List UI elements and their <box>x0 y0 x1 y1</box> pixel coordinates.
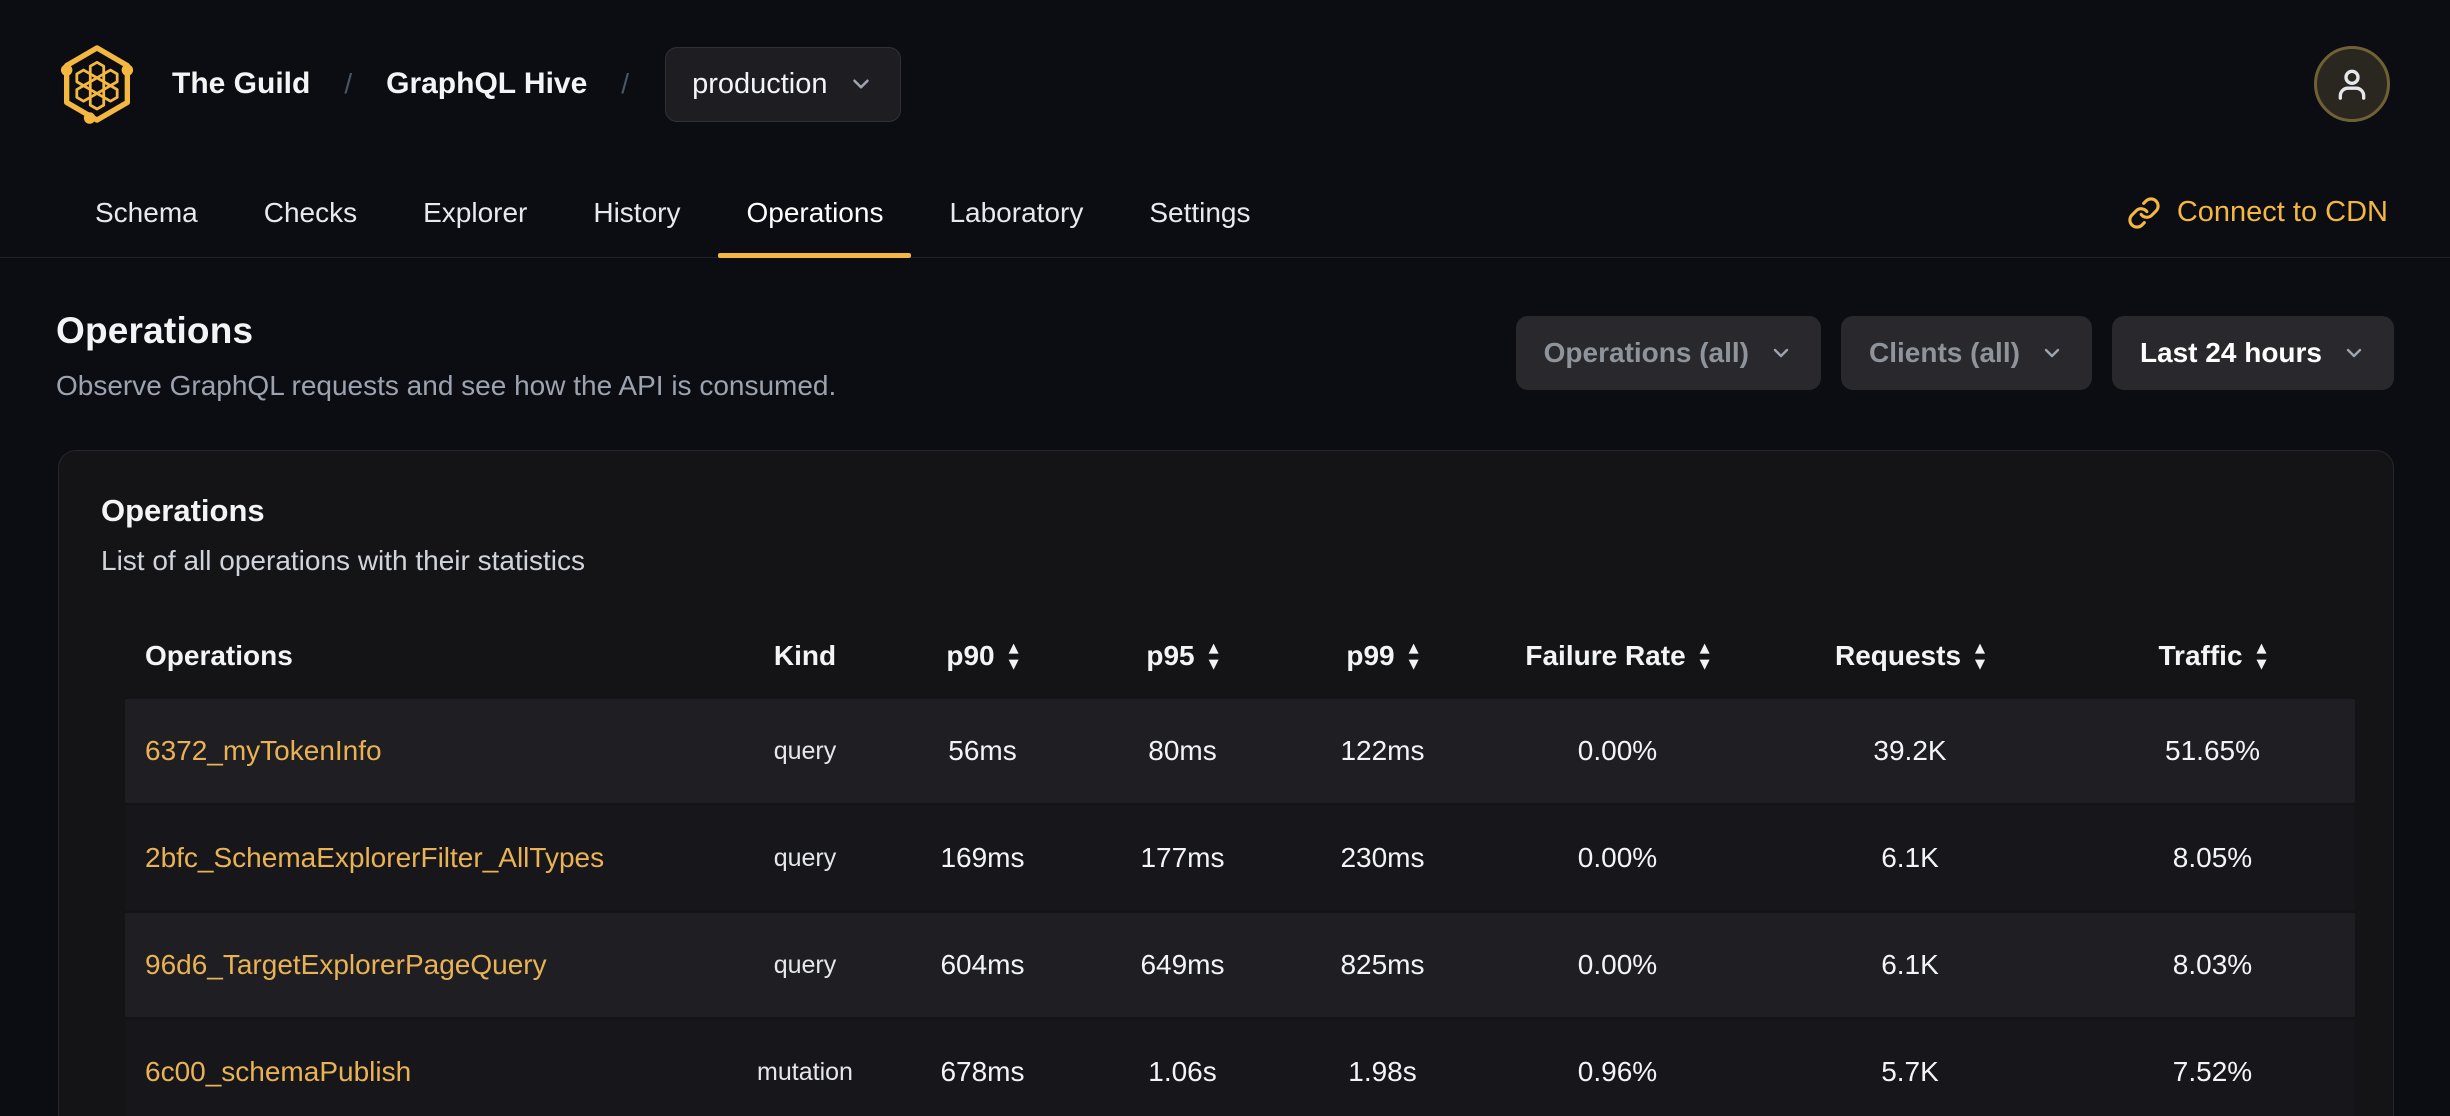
column-header-operations: Operations <box>145 640 293 671</box>
link-icon <box>2128 196 2160 229</box>
clients-filter-label: Clients (all) <box>1869 337 2020 368</box>
period-filter-dropdown[interactable]: Last 24 hours <box>2111 316 2394 390</box>
p99-cell: 1.98s <box>1348 1056 1417 1087</box>
chevron-down-icon <box>2044 348 2060 358</box>
operation-link[interactable]: 96d6_TargetExplorerPageQuery <box>145 949 547 980</box>
sort-icon[interactable]: ▲ ▼ <box>1700 642 1710 671</box>
table-body: 6372_myTokenInfo query 56ms 80ms 122ms 0… <box>125 699 2355 1116</box>
table-row: 2bfc_SchemaExplorerFilter_AllTypes query… <box>125 806 2355 910</box>
operation-link[interactable]: 6372_myTokenInfo <box>145 735 382 766</box>
operations-table: Operations Kind p90 ▲ ▼ p95 ▲ ▼ p99 ▲ ▼ Fai… <box>125 613 2355 1116</box>
connect-to-cdn-link[interactable]: Connect to CDN <box>2127 168 2388 257</box>
column-header-p99[interactable]: p99 ▲ ▼ <box>1280 640 1485 672</box>
breadcrumb-project[interactable]: GraphQL Hive <box>386 67 587 101</box>
tab-schema[interactable]: Schema <box>67 168 226 257</box>
period-filter-label: Last 24 hours <box>2139 337 2322 368</box>
requests-cell: 39.2K <box>1873 735 1947 766</box>
user-avatar-button[interactable] <box>2314 46 2390 122</box>
tab-settings[interactable]: Settings <box>1121 168 1278 257</box>
sort-icon[interactable]: ▲ ▼ <box>2257 642 2267 671</box>
breadcrumb-separator: / <box>621 68 630 99</box>
column-header-kind: Kind <box>773 640 837 671</box>
operation-link[interactable]: 6c00_schemaPublish <box>145 1056 411 1087</box>
traffic-cell: 7.52% <box>2172 1056 2253 1087</box>
p99-cell: 122ms <box>1340 735 1425 766</box>
project-nav: Schema Checks Explorer History Operation… <box>0 168 2450 258</box>
chevron-down-icon <box>2346 348 2362 358</box>
requests-cell: 6.1K <box>1881 949 1939 980</box>
filter-bar: Operations (all) Clients (all) Last 24 h… <box>1515 316 2394 390</box>
breadcrumb: The Guild / GraphQL Hive / <box>172 67 629 101</box>
column-header-p90[interactable]: p90 ▲ ▼ <box>880 640 1085 672</box>
chevron-down-icon <box>852 79 869 89</box>
sort-icon[interactable]: ▲ ▼ <box>1975 642 1985 671</box>
page-header: Operations Observe GraphQL requests and … <box>0 258 2450 402</box>
table-row: 96d6_TargetExplorerPageQuery query 604ms… <box>125 913 2355 1017</box>
failure-rate-cell: 0.96% <box>1577 1056 1658 1087</box>
chevron-down-icon <box>1773 348 1789 358</box>
page-title: Operations <box>56 310 254 351</box>
p90-cell: 56ms <box>948 735 1017 766</box>
operations-card: Operations List of all operations with t… <box>58 450 2394 1116</box>
breadcrumb-separator: / <box>344 68 353 99</box>
p90-cell: 169ms <box>940 842 1025 873</box>
tab-history[interactable]: History <box>565 168 708 257</box>
requests-cell: 5.7K <box>1881 1056 1939 1087</box>
failure-rate-cell: 0.00% <box>1577 842 1658 873</box>
p90-cell: 604ms <box>940 949 1025 980</box>
sort-icon[interactable]: ▲ ▼ <box>1409 642 1419 671</box>
traffic-cell: 8.03% <box>2172 949 2253 980</box>
column-header-failure-rate[interactable]: Failure Rate ▲ ▼ <box>1485 640 1750 672</box>
target-selector-label: production <box>692 67 828 100</box>
breadcrumb-org[interactable]: The Guild <box>172 67 310 101</box>
tab-operations[interactable]: Operations <box>718 168 912 258</box>
tab-laboratory[interactable]: Laboratory <box>921 168 1111 257</box>
column-header-traffic[interactable]: Traffic ▲ ▼ <box>2070 640 2355 672</box>
kind-cell: mutation <box>757 1057 853 1086</box>
connect-to-cdn-label: Connect to CDN <box>2176 196 2388 228</box>
failure-rate-cell: 0.00% <box>1577 949 1658 980</box>
card-subtitle: List of all operations with their statis… <box>101 545 585 576</box>
p95-cell: 177ms <box>1140 842 1225 873</box>
tab-checks[interactable]: Checks <box>236 168 385 257</box>
sort-icon[interactable]: ▲ ▼ <box>1009 642 1019 671</box>
target-selector-dropdown[interactable]: production <box>665 46 901 122</box>
p95-cell: 1.06s <box>1148 1056 1217 1087</box>
p90-cell: 678ms <box>940 1056 1025 1087</box>
table-row: 6372_myTokenInfo query 56ms 80ms 122ms 0… <box>125 699 2355 803</box>
page-subtitle: Observe GraphQL requests and see how the… <box>56 370 837 401</box>
traffic-cell: 8.05% <box>2172 842 2253 873</box>
column-header-requests[interactable]: Requests ▲ ▼ <box>1750 640 2070 672</box>
column-header-p95[interactable]: p95 ▲ ▼ <box>1085 640 1280 672</box>
kind-cell: query <box>773 843 837 872</box>
p99-cell: 230ms <box>1340 842 1425 873</box>
sort-icon[interactable]: ▲ ▼ <box>1209 642 1219 671</box>
user-icon <box>2338 69 2366 100</box>
operations-filter-dropdown[interactable]: Operations (all) <box>1515 316 1822 390</box>
operation-link[interactable]: 2bfc_SchemaExplorerFilter_AllTypes <box>145 842 604 873</box>
top-bar: The Guild / GraphQL Hive / production <box>0 0 2450 168</box>
traffic-cell: 51.65% <box>2165 735 2260 766</box>
table-header-row: Operations Kind p90 ▲ ▼ p95 ▲ ▼ p99 ▲ ▼ Fai… <box>125 613 2355 699</box>
requests-cell: 6.1K <box>1881 842 1939 873</box>
p99-cell: 825ms <box>1340 949 1425 980</box>
p95-cell: 649ms <box>1140 949 1225 980</box>
p95-cell: 80ms <box>1148 735 1217 766</box>
the-guild-logo-icon[interactable] <box>56 43 138 125</box>
failure-rate-cell: 0.00% <box>1577 735 1658 766</box>
clients-filter-dropdown[interactable]: Clients (all) <box>1841 316 2092 390</box>
kind-cell: query <box>773 736 837 765</box>
table-row: 6c00_schemaPublish mutation 678ms 1.06s … <box>125 1020 2355 1116</box>
card-title: Operations <box>101 493 265 528</box>
operations-filter-label: Operations (all) <box>1543 337 1750 368</box>
kind-cell: query <box>773 950 837 979</box>
tab-explorer[interactable]: Explorer <box>395 168 555 257</box>
